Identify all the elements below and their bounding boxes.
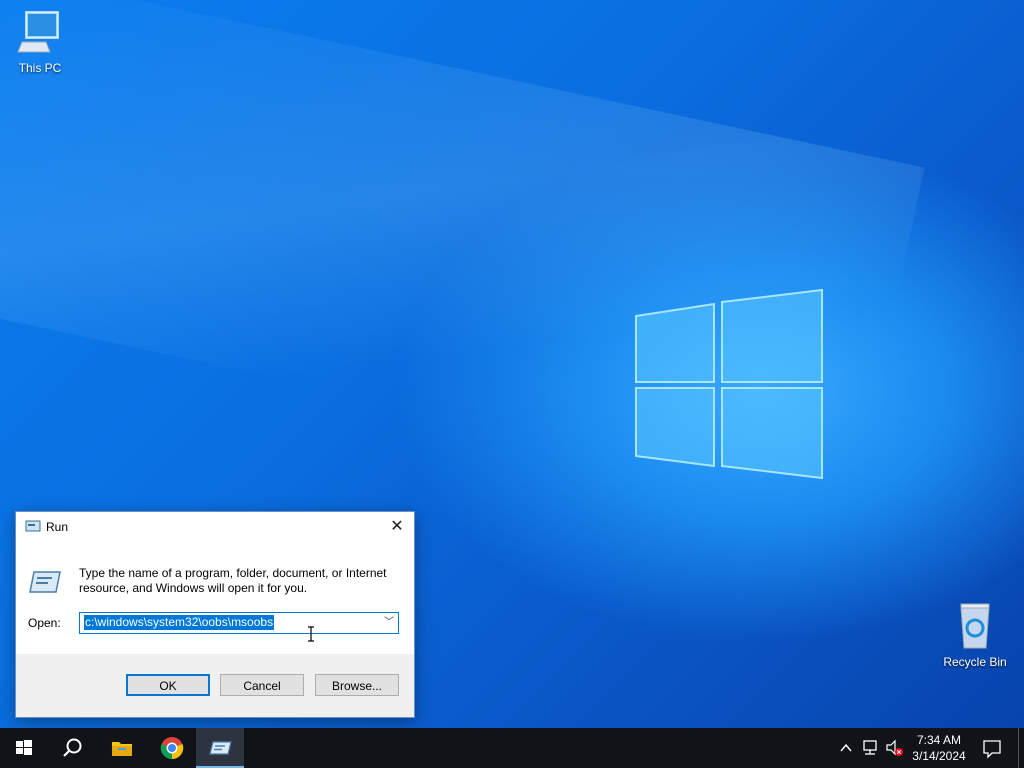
show-desktop-button[interactable]: [1018, 728, 1024, 768]
run-dialog-title: Run: [46, 520, 69, 534]
clock-time: 7:34 AM: [916, 733, 962, 747]
recycle-bin-desktop-icon[interactable]: Recycle Bin: [935, 602, 1015, 669]
chrome-icon: [160, 737, 184, 760]
run-icon: [25, 520, 41, 532]
network-icon: [863, 740, 877, 755]
chevron-up-icon: [840, 743, 852, 752]
browse-button[interactable]: Browse...: [315, 674, 399, 696]
taskbar: 7:34 AM 3/14/2024: [0, 728, 1024, 768]
action-center-button[interactable]: [978, 728, 1006, 768]
chevron-down-icon: ﹀: [384, 617, 394, 628]
run-dialog: Run ✕ Type the name of a program, folder…: [15, 511, 415, 718]
open-combobox[interactable]: c:\windows\system32\oobs\msoobs ﹀: [79, 612, 399, 634]
volume-muted-icon: [886, 739, 903, 756]
text-cursor-icon: [308, 626, 314, 642]
run-description: Type the name of a program, folder, docu…: [79, 566, 387, 595]
clock[interactable]: 7:34 AM 3/14/2024: [906, 732, 972, 764]
run-taskbar-button[interactable]: [196, 728, 244, 768]
start-icon: [16, 740, 32, 755]
clock-date: 3/14/2024: [912, 749, 966, 763]
run-program-icon: [29, 571, 61, 593]
chrome-taskbar-button[interactable]: [148, 728, 196, 768]
run-dialog-content: Type the name of a program, folder, docu…: [16, 542, 414, 654]
open-label: Open:: [28, 616, 61, 630]
recycle-bin-icon: [960, 603, 990, 649]
notification-icon: [983, 740, 1001, 759]
search-button[interactable]: [48, 728, 96, 768]
recycle-bin-label: Recycle Bin: [943, 655, 1007, 669]
ok-button[interactable]: OK: [126, 674, 210, 696]
close-icon: ✕: [390, 518, 404, 535]
volume-button[interactable]: [884, 728, 906, 768]
close-button[interactable]: ✕: [380, 512, 414, 542]
open-input[interactable]: c:\windows\system32\oobs\msoobs: [84, 615, 275, 630]
run-dialog-titlebar[interactable]: Run ✕: [16, 512, 414, 542]
run-dialog-footer: OK Cancel Browse...: [16, 654, 414, 717]
run-icon: [209, 741, 232, 755]
computer-icon: [17, 11, 59, 53]
start-button[interactable]: [0, 728, 48, 768]
this-pc-label: This PC: [18, 61, 62, 75]
show-hidden-icons-button[interactable]: [836, 728, 856, 768]
combo-dropdown-button[interactable]: ﹀: [380, 613, 398, 633]
search-icon: [63, 738, 82, 757]
cancel-button[interactable]: Cancel: [220, 674, 304, 696]
network-button[interactable]: [860, 728, 882, 768]
file-explorer-icon: [112, 742, 132, 756]
windows-logo-wallpaper: [635, 288, 823, 480]
this-pc-desktop-icon[interactable]: This PC: [0, 8, 80, 75]
file-explorer-taskbar-button[interactable]: [98, 728, 146, 768]
